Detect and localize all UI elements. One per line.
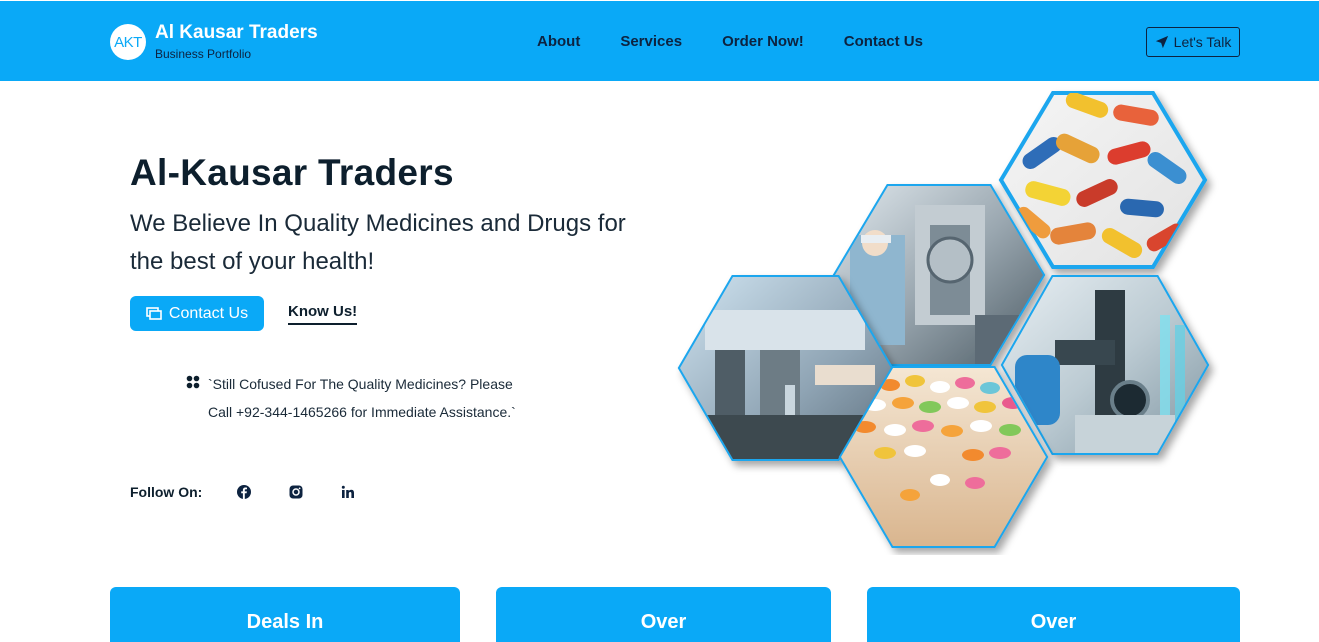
brand-logo: AKT <box>110 24 146 60</box>
stat-card-over-2: Over <box>867 587 1240 642</box>
know-us-link[interactable]: Know Us! <box>288 303 358 325</box>
chat-window-icon <box>146 306 162 320</box>
nav-links: About Services Order Now! Contact Us <box>537 33 963 50</box>
pharma-hexagon-collage <box>677 91 1210 548</box>
grid-dots-icon <box>186 375 200 389</box>
facebook-icon[interactable] <box>237 485 251 499</box>
brand[interactable]: AKT Al Kausar Traders Business Portfolio <box>110 23 318 60</box>
contact-us-button[interactable]: Contact Us <box>130 296 264 331</box>
instagram-icon[interactable] <box>289 485 303 499</box>
contact-us-label: Contact Us <box>168 304 249 322</box>
nav-link-services[interactable]: Services <box>620 33 682 50</box>
brand-name: Al Kausar Traders <box>155 22 318 43</box>
brand-text: Al Kausar Traders Business Portfolio <box>155 23 318 60</box>
assistance-line-1: `Still Cofused For The Quality Medicines… <box>208 376 513 392</box>
stat-card-title: Over <box>640 611 687 633</box>
nav-link-order-now[interactable]: Order Now! <box>722 33 804 50</box>
stat-card-title: Over <box>1030 611 1077 633</box>
brand-subtitle: Business Portfolio <box>155 47 252 61</box>
stat-card-over-1: Over <box>496 587 831 642</box>
hero-title: Al-Kausar Traders <box>130 152 454 193</box>
paper-plane-icon <box>1155 35 1168 49</box>
lets-talk-button[interactable]: Let's Talk <box>1146 27 1240 57</box>
assistance-line-2: Call +92-344-1465266 for Immediate Assis… <box>208 404 516 420</box>
hero-subtitle: We Believe In Quality Medicines and Drug… <box>130 210 626 275</box>
stat-card-title: Deals In <box>246 611 324 633</box>
nav-link-contact-us[interactable]: Contact Us <box>844 33 923 50</box>
linkedin-icon[interactable] <box>341 485 355 499</box>
nav-link-about[interactable]: About <box>537 33 580 50</box>
assistance-text: `Still Cofused For The Quality Medicines… <box>208 370 548 426</box>
follow-on-label: Follow On: <box>130 484 203 500</box>
lets-talk-label: Let's Talk <box>1173 34 1232 50</box>
top-navbar: AKT Al Kausar Traders Business Portfolio… <box>0 0 1319 81</box>
stat-card-deals-in: Deals In <box>110 587 460 642</box>
